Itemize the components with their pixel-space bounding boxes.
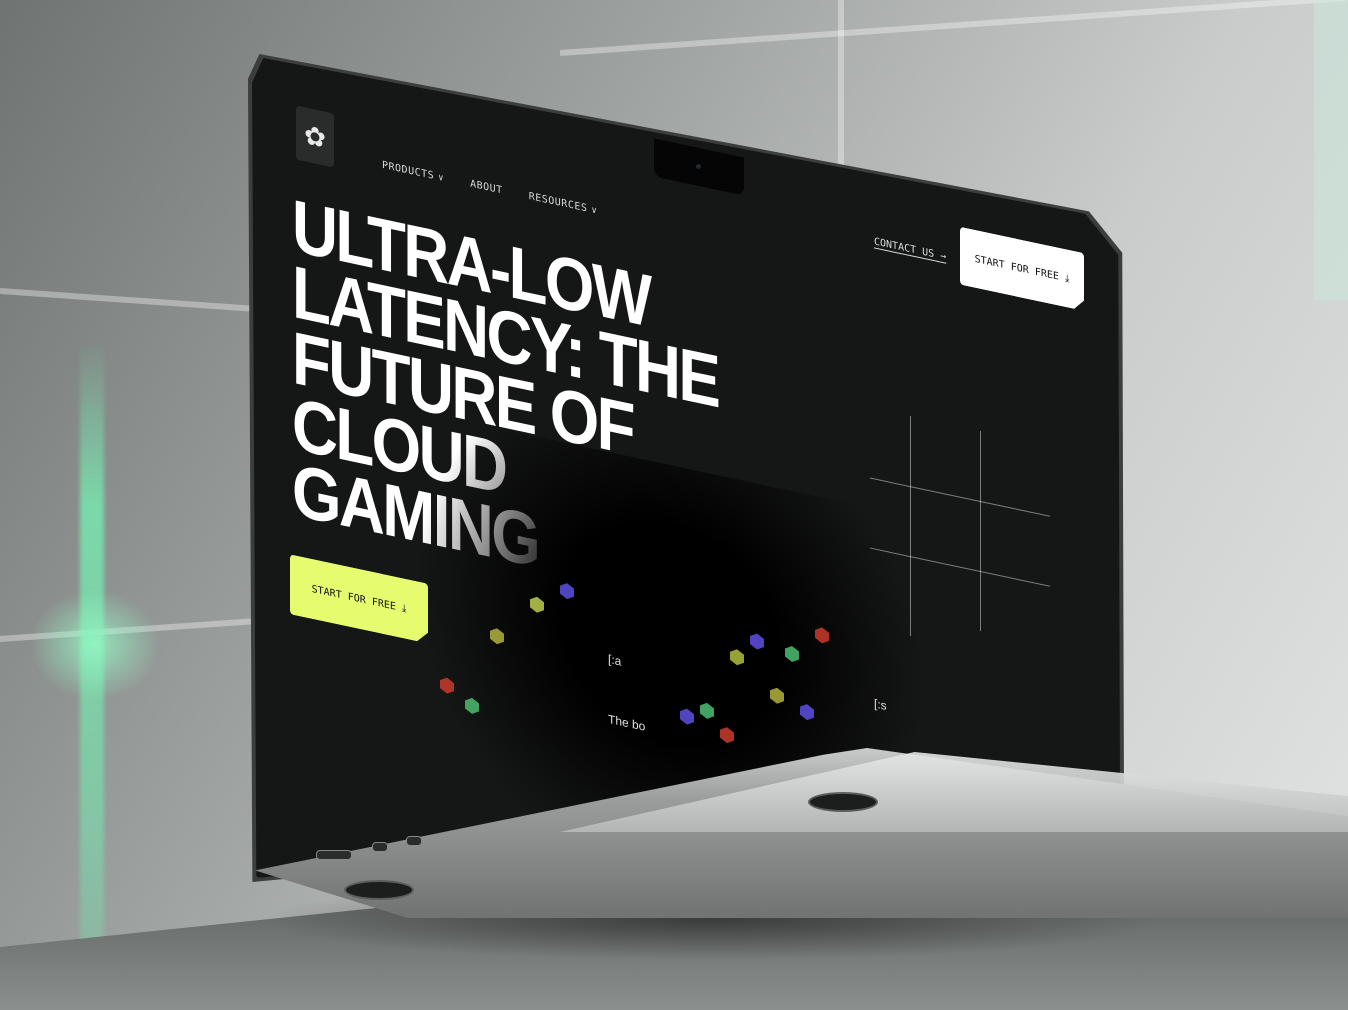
- nav-item-products[interactable]: PRODUCTS ∨: [382, 160, 444, 184]
- hex-cell: [800, 703, 814, 722]
- background-line: [1314, 0, 1348, 300]
- hex-cell: [465, 696, 479, 715]
- photo-scene: ✿ PRODUCTS ∨ ABOUT RESOURCES ∨ ULTRA-LOW…: [0, 0, 1348, 1010]
- nav-item-label: RESOURCES: [528, 190, 588, 215]
- button-label: START FOR FREE: [311, 583, 396, 613]
- download-arrow-icon: ⤓: [1058, 271, 1070, 285]
- hex-cell: [560, 582, 574, 601]
- port: [316, 850, 352, 860]
- nav-item-label: PRODUCTS: [382, 159, 435, 182]
- hex-cell: [530, 595, 544, 614]
- main-nav: PRODUCTS ∨ ABOUT RESOURCES ∨: [382, 160, 597, 217]
- hex-cell: [440, 676, 454, 695]
- download-arrow-icon: ⤓: [395, 601, 407, 615]
- hex-cell: [490, 627, 504, 646]
- arrow-right-icon: →: [940, 250, 947, 263]
- background-line: [559, 0, 1347, 56]
- content-fragment: [:a: [608, 651, 622, 669]
- brand-logo-icon[interactable]: ✿: [296, 105, 334, 168]
- contact-us-label: CONTACT US: [874, 236, 935, 261]
- hex-cell: [720, 726, 734, 745]
- nav-item-about[interactable]: ABOUT: [470, 179, 503, 197]
- hex-cell: [700, 701, 714, 720]
- hex-cell: [750, 632, 764, 651]
- content-fragment: [:s: [874, 696, 887, 714]
- camera-lens: [696, 164, 701, 169]
- hex-cell: [785, 644, 799, 663]
- rubber-foot: [808, 792, 878, 812]
- button-label: START FOR FREE: [974, 253, 1059, 283]
- contact-us-link[interactable]: CONTACT US →: [874, 236, 946, 262]
- port: [406, 836, 422, 846]
- nav-item-resources[interactable]: RESOURCES ∨: [529, 191, 598, 217]
- nav-item-label: ABOUT: [470, 178, 503, 197]
- hex-cell: [730, 648, 744, 667]
- hero-start-free-button[interactable]: START FOR FREE ⤓: [290, 554, 428, 643]
- chevron-down-icon: ∨: [438, 172, 445, 184]
- hex-cell: [680, 707, 694, 726]
- hex-cell: [815, 626, 829, 645]
- hex-cell: [770, 686, 784, 705]
- green-light-glow: [30, 590, 160, 700]
- port: [372, 842, 388, 852]
- rubber-foot: [344, 880, 414, 900]
- chevron-down-icon: ∨: [591, 204, 598, 217]
